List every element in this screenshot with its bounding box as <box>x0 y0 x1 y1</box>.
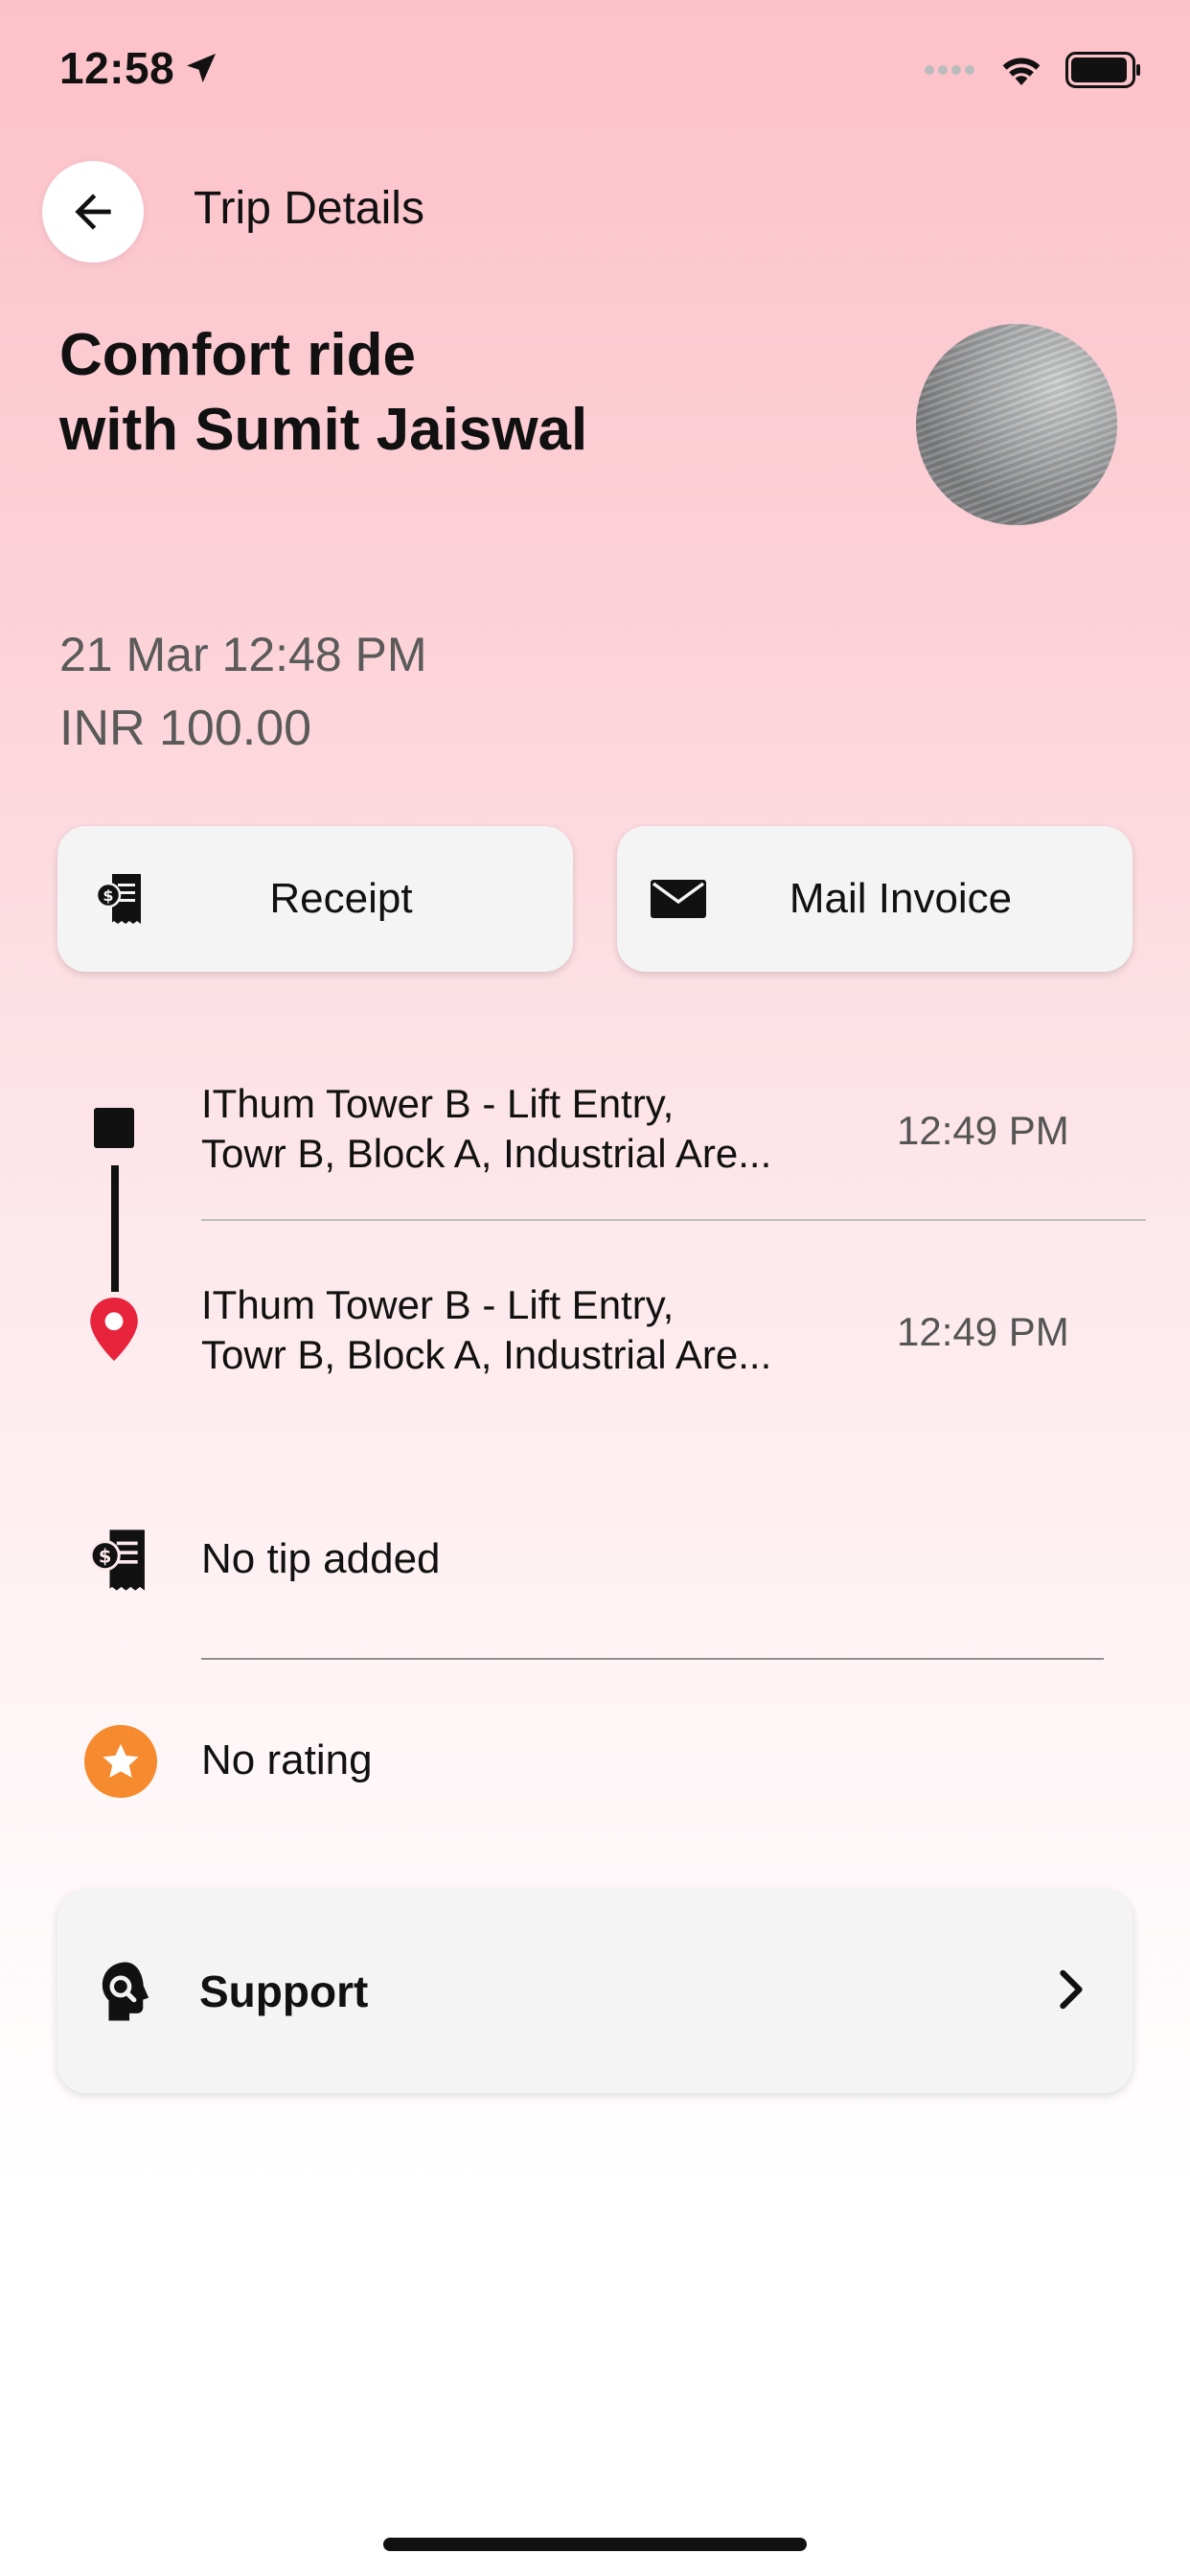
driver-avatar <box>916 324 1117 525</box>
support-label: Support <box>199 1966 369 2016</box>
trip-fare: INR 100.00 <box>59 701 312 756</box>
route-line <box>111 1165 119 1292</box>
tip-divider <box>201 1658 1104 1660</box>
pickup-address-line1: IThum Tower B - Lift Entry, <box>201 1081 675 1126</box>
receipt-icon: $ <box>90 872 148 926</box>
rating-status: No rating <box>201 1736 373 1783</box>
back-button[interactable] <box>42 161 144 263</box>
dropoff-address-line2: Towr B, Block A, Industrial Are... <box>201 1332 772 1377</box>
signal-dots-icon <box>925 65 974 75</box>
svg-text:$: $ <box>99 1545 112 1567</box>
receipt-icon: $ <box>86 1528 149 1598</box>
pickup-time: 12:49 PM <box>897 1108 1069 1153</box>
svg-text:$: $ <box>103 886 113 905</box>
route-divider <box>201 1219 1146 1221</box>
mail-invoice-button[interactable]: Mail Invoice <box>617 826 1133 972</box>
trip-date: 21 Mar 12:48 PM <box>59 628 427 681</box>
chevron-right-icon <box>1056 1969 1085 2014</box>
tip-status: No tip added <box>201 1535 441 1582</box>
dropoff-address: IThum Tower B - Lift Entry, Towr B, Bloc… <box>201 1280 853 1380</box>
driver-name: with Sumit Jaiswal <box>59 397 588 463</box>
page-title: Trip Details <box>194 183 424 234</box>
map-pin-icon <box>86 1298 142 1366</box>
pickup-address-line2: Towr B, Block A, Industrial Are... <box>201 1131 772 1176</box>
dropoff-address-line1: IThum Tower B - Lift Entry, <box>201 1282 675 1327</box>
envelope-icon <box>650 880 707 918</box>
battery-icon <box>1065 52 1140 88</box>
support-agent-icon <box>92 1960 159 2023</box>
support-button[interactable]: Support <box>57 1890 1133 2093</box>
location-arrow-icon <box>187 54 217 82</box>
pickup-marker-icon <box>94 1108 134 1148</box>
star-icon <box>84 1725 157 1798</box>
ride-type: Comfort ride <box>59 322 416 388</box>
wifi-icon <box>1002 58 1041 85</box>
receipt-button[interactable]: $ Receipt <box>57 826 573 972</box>
mail-invoice-label: Mail Invoice <box>789 875 1013 922</box>
dropoff-time: 12:49 PM <box>897 1309 1069 1354</box>
pickup-address: IThum Tower B - Lift Entry, Towr B, Bloc… <box>201 1079 853 1179</box>
home-indicator[interactable] <box>383 2538 807 2551</box>
status-indicators <box>924 52 1142 88</box>
ride-title: Comfort ride with Sumit Jaiswal <box>59 318 587 468</box>
status-time-text: 12:58 <box>59 43 175 93</box>
receipt-label: Receipt <box>269 875 413 922</box>
status-time: 12:58 <box>59 42 220 94</box>
arrow-left-icon <box>75 194 111 230</box>
